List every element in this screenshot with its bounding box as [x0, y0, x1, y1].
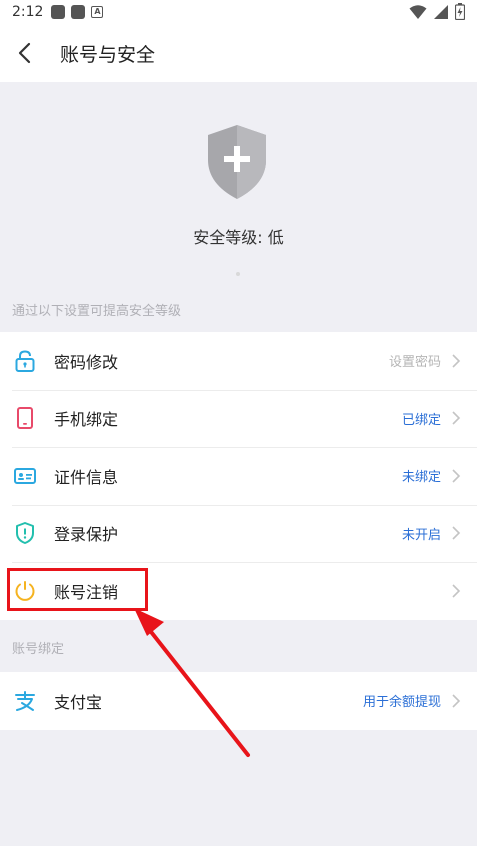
row-label: 支付宝: [54, 692, 103, 712]
unlock-icon: [12, 348, 38, 374]
row-label: 账号注销: [54, 582, 119, 602]
status-time: 2:12: [12, 4, 44, 20]
row-label: 登录保护: [54, 525, 119, 545]
chevron-right-icon: [452, 694, 461, 708]
row-password-change[interactable]: 密码修改 设置密码: [0, 332, 477, 390]
security-level-text: 安全等级: 低: [193, 228, 284, 247]
row-account-cancellation[interactable]: 账号注销: [0, 562, 477, 620]
chevron-right-icon: [452, 411, 461, 425]
power-icon: [12, 578, 38, 604]
row-value: 用于余额提现: [362, 695, 441, 711]
chevron-right-icon: [452, 469, 461, 483]
row-value: 未开启: [401, 527, 441, 543]
page-title: 账号与安全: [60, 43, 156, 66]
back-button[interactable]: [0, 24, 50, 82]
id-card-icon: [12, 463, 38, 489]
row-label: 手机绑定: [54, 410, 119, 430]
status-bar: 2:12 A: [0, 0, 477, 24]
phone-icon: [12, 405, 38, 431]
row-value: 设置密码: [388, 355, 441, 371]
notification-icon: [51, 5, 66, 19]
security-level-panel: 安全等级: 低: [0, 82, 477, 292]
row-value: 已绑定: [401, 412, 441, 428]
row-label: 证件信息: [54, 467, 119, 487]
shield-icon: [206, 124, 268, 200]
shield-alert-icon: [12, 520, 38, 546]
row-login-protection[interactable]: 登录保护 未开启: [0, 504, 477, 563]
nav-bar: 账号与安全: [0, 24, 477, 82]
notification-a-icon: A: [91, 6, 104, 18]
chevron-left-icon: [18, 42, 31, 64]
row-label: 密码修改: [54, 352, 119, 372]
wifi-icon: [409, 4, 427, 19]
account-binding-list: 支付宝 用于余额提现: [0, 672, 477, 730]
section-header-binding: 账号绑定: [12, 642, 65, 657]
chevron-right-icon: [452, 354, 461, 368]
row-alipay[interactable]: 支付宝 用于余额提现: [0, 672, 477, 730]
page-indicator-dot: [236, 272, 240, 276]
battery-icon: [455, 3, 465, 20]
security-settings-list: 密码修改 设置密码 手机绑定 已绑定 证件信息 未绑定 登录保护 未开启 账号注…: [0, 332, 477, 620]
chevron-right-icon: [452, 584, 461, 598]
notification-icon: [71, 5, 86, 19]
signal-icon: [434, 4, 448, 19]
row-value: 未绑定: [401, 470, 441, 486]
row-phone-binding[interactable]: 手机绑定 已绑定: [0, 389, 477, 448]
chevron-right-icon: [452, 526, 461, 540]
status-indicators: [409, 3, 465, 20]
alipay-icon: [12, 688, 38, 714]
section-header-improve: 通过以下设置可提高安全等级: [12, 304, 182, 319]
row-id-info[interactable]: 证件信息 未绑定: [0, 447, 477, 505]
